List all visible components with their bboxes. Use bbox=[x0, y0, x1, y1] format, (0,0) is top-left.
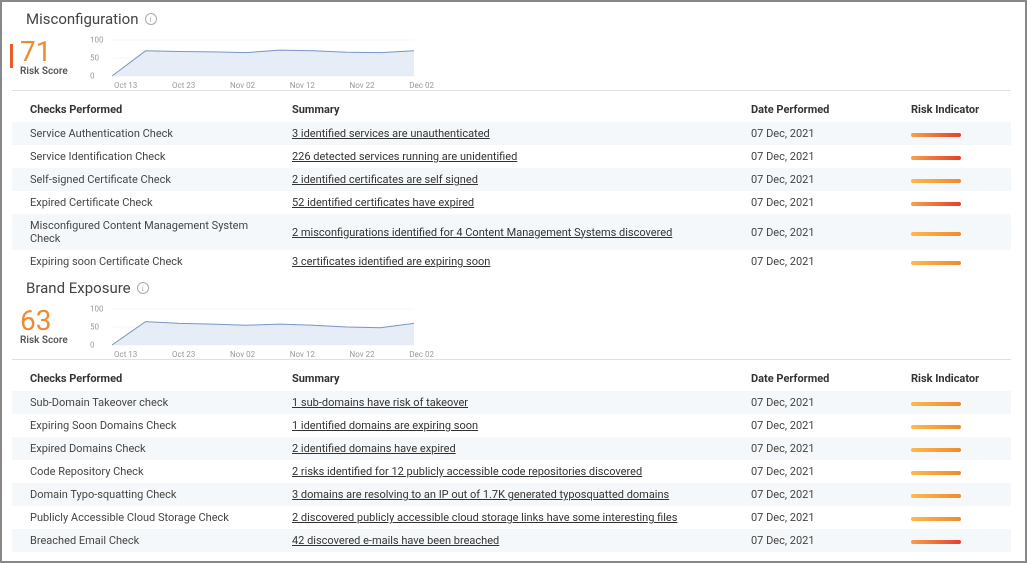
check-name: Service Identification Check bbox=[12, 145, 282, 168]
table-row: Service Authentication Check 3 identifie… bbox=[12, 122, 1011, 145]
col-summary: Summary bbox=[282, 97, 741, 122]
date-performed: 07 Dec, 2021 bbox=[741, 168, 901, 191]
check-name: Service Authentication Check bbox=[12, 122, 282, 145]
panel-title: Misconfiguration bbox=[26, 10, 139, 28]
table-row: Sub-Domain Takeover check 1 sub-domains … bbox=[12, 391, 1011, 414]
summary-link[interactable]: 2 identified certificates are self signe… bbox=[292, 173, 478, 186]
date-performed: 07 Dec, 2021 bbox=[741, 250, 901, 273]
date-performed: 07 Dec, 2021 bbox=[741, 191, 901, 214]
summary-link[interactable]: 1 sub-domains have risk of takeover bbox=[292, 396, 468, 409]
check-name: Code Repository Check bbox=[12, 460, 282, 483]
summary-link[interactable]: 2 discovered publicly accessible cloud s… bbox=[292, 511, 677, 524]
check-name: Sub-Domain Takeover check bbox=[12, 391, 282, 414]
date-performed: 07 Dec, 2021 bbox=[741, 506, 901, 529]
check-name: Expired Certificate Check bbox=[12, 191, 282, 214]
date-performed: 07 Dec, 2021 bbox=[741, 437, 901, 460]
risk-indicator bbox=[911, 448, 961, 452]
risk-indicator bbox=[911, 471, 961, 475]
risk-panel: Misconfiguration i 71 Risk Score 050100 … bbox=[12, 10, 1011, 273]
risk-indicator bbox=[911, 232, 961, 236]
risk-indicator bbox=[911, 540, 961, 544]
table-row: Service Identification Check 226 detecte… bbox=[12, 145, 1011, 168]
summary-link[interactable]: 3 identified services are unauthenticate… bbox=[292, 127, 490, 140]
date-performed: 07 Dec, 2021 bbox=[741, 414, 901, 437]
check-name: Expiring Soon Domains Check bbox=[12, 414, 282, 437]
col-date: Date Performed bbox=[741, 366, 901, 391]
risk-score: 71 Risk Score bbox=[12, 38, 80, 77]
risk-indicator bbox=[911, 133, 961, 137]
date-performed: 07 Dec, 2021 bbox=[741, 391, 901, 414]
table-row: Expiring Soon Domains Check 1 identified… bbox=[12, 414, 1011, 437]
risk-indicator bbox=[911, 202, 961, 206]
trend-chart: 050100 Oct 13Oct 23Nov 02Nov 12Nov 22Dec… bbox=[94, 38, 434, 88]
table-row: Domain Typo-squatting Check 3 domains ar… bbox=[12, 483, 1011, 506]
check-name: Expiring soon Certificate Check bbox=[12, 250, 282, 273]
date-performed: 07 Dec, 2021 bbox=[741, 460, 901, 483]
summary-link[interactable]: 3 domains are resolving to an IP out of … bbox=[292, 488, 669, 501]
col-checks: Checks Performed bbox=[12, 97, 282, 122]
summary-link[interactable]: 2 misconfigurations identified for 4 Con… bbox=[292, 226, 672, 239]
check-name: Misconfigured Content Management System … bbox=[12, 214, 282, 250]
trend-chart: 050100 Oct 13Oct 23Nov 02Nov 12Nov 22Dec… bbox=[94, 307, 434, 357]
table-row: Breached Email Check 42 discovered e-mai… bbox=[12, 529, 1011, 552]
risk-indicator bbox=[911, 261, 961, 265]
table-row: Code Repository Check 2 risks identified… bbox=[12, 460, 1011, 483]
date-performed: 07 Dec, 2021 bbox=[741, 122, 901, 145]
info-icon[interactable]: i bbox=[145, 13, 157, 25]
table-row: Publicly Accessible Cloud Storage Check … bbox=[12, 506, 1011, 529]
summary-link[interactable]: 2 risks identified for 12 publicly acces… bbox=[292, 465, 642, 478]
check-name: Domain Typo-squatting Check bbox=[12, 483, 282, 506]
col-risk: Risk Indicator bbox=[901, 97, 1011, 122]
date-performed: 07 Dec, 2021 bbox=[741, 145, 901, 168]
col-checks: Checks Performed bbox=[12, 366, 282, 391]
table-row: Expired Domains Check 2 identified domai… bbox=[12, 437, 1011, 460]
summary-link[interactable]: 1 identified domains are expiring soon bbox=[292, 419, 478, 432]
table-row: Expiring soon Certificate Check 3 certif… bbox=[12, 250, 1011, 273]
check-name: Expired Domains Check bbox=[12, 437, 282, 460]
risk-indicator bbox=[911, 494, 961, 498]
summary-link[interactable]: 2 identified domains have expired bbox=[292, 442, 456, 455]
table-row: Misconfigured Content Management System … bbox=[12, 214, 1011, 250]
col-summary: Summary bbox=[282, 366, 741, 391]
risk-score: 63 Risk Score bbox=[12, 307, 80, 346]
info-icon[interactable]: i bbox=[137, 282, 149, 294]
date-performed: 07 Dec, 2021 bbox=[741, 529, 901, 552]
summary-link[interactable]: 52 identified certificates have expired bbox=[292, 196, 474, 209]
summary-link[interactable]: 3 certificates identified are expiring s… bbox=[292, 255, 490, 268]
check-name: Publicly Accessible Cloud Storage Check bbox=[12, 506, 282, 529]
checks-table: Checks Performed Summary Date Performed … bbox=[12, 366, 1011, 552]
col-risk: Risk Indicator bbox=[901, 366, 1011, 391]
summary-link[interactable]: 226 detected services running are uniden… bbox=[292, 150, 517, 163]
risk-indicator bbox=[911, 402, 961, 406]
check-name: Breached Email Check bbox=[12, 529, 282, 552]
table-row: Self-signed Certificate Check 2 identifi… bbox=[12, 168, 1011, 191]
panel-title: Brand Exposure bbox=[26, 279, 131, 297]
risk-indicator bbox=[911, 179, 961, 183]
risk-indicator bbox=[911, 156, 961, 160]
checks-table: Checks Performed Summary Date Performed … bbox=[12, 97, 1011, 273]
risk-indicator bbox=[911, 425, 961, 429]
col-date: Date Performed bbox=[741, 97, 901, 122]
date-performed: 07 Dec, 2021 bbox=[741, 214, 901, 250]
summary-link[interactable]: 42 discovered e-mails have been breached bbox=[292, 534, 499, 547]
check-name: Self-signed Certificate Check bbox=[12, 168, 282, 191]
risk-indicator bbox=[911, 517, 961, 521]
date-performed: 07 Dec, 2021 bbox=[741, 483, 901, 506]
risk-panel: Brand Exposure i 63 Risk Score 050100 Oc… bbox=[12, 279, 1011, 552]
table-row: Expired Certificate Check 52 identified … bbox=[12, 191, 1011, 214]
